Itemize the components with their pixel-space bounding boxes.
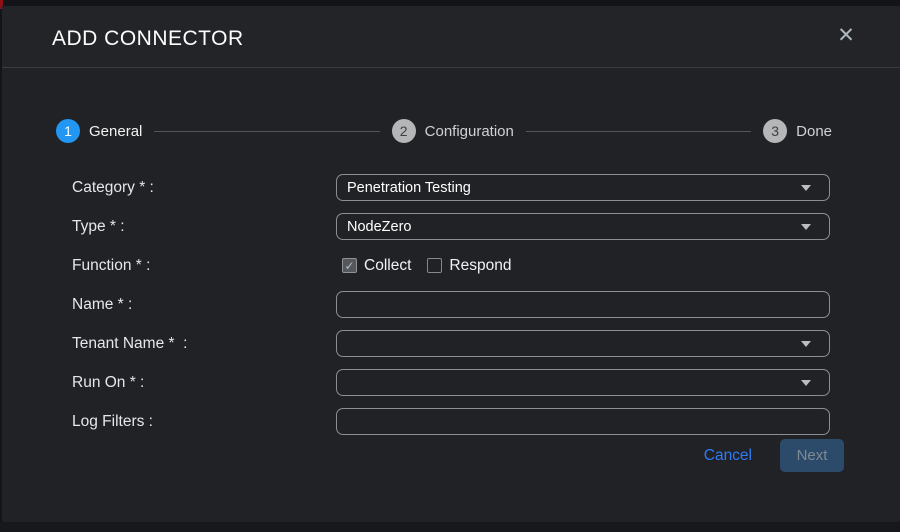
step-2-label: Configuration [425, 123, 514, 140]
chevron-down-icon [801, 341, 811, 347]
step-1-label: General [89, 123, 142, 140]
dialog-title: ADD CONNECTOR [52, 27, 244, 51]
collect-checkbox-label: Collect [364, 257, 411, 275]
name-row: Name * : [2, 285, 900, 324]
dialog-header: ADD CONNECTOR ✕ [2, 6, 900, 68]
function-label: Function * : [2, 257, 336, 275]
function-checkbox-group: ✓ Collect ✓ Respond [336, 257, 830, 275]
chevron-down-icon [801, 380, 811, 386]
respond-checkbox[interactable]: ✓ [427, 258, 442, 273]
respond-checkbox-item[interactable]: ✓ Respond [427, 257, 511, 275]
wizard-stepper: 1 General 2 Configuration 3 Done [56, 119, 832, 143]
step-3-label: Done [796, 123, 832, 140]
chevron-down-icon [801, 185, 811, 191]
category-selected-value: Penetration Testing [347, 180, 471, 196]
tenant-name-select[interactable] [336, 330, 830, 357]
next-button[interactable]: Next [780, 439, 844, 472]
collect-checkbox[interactable]: ✓ [342, 258, 357, 273]
connector-form: Category * : Penetration Testing Type * … [2, 168, 900, 441]
respond-checkbox-label: Respond [449, 257, 511, 275]
category-row: Category * : Penetration Testing [2, 168, 900, 207]
dialog-footer: Cancel Next [704, 439, 844, 472]
category-label: Category * : [2, 179, 336, 197]
log-filters-label: Log Filters : [2, 413, 336, 431]
step-2-circle: 2 [392, 119, 416, 143]
step-1-circle: 1 [56, 119, 80, 143]
step-3-circle: 3 [763, 119, 787, 143]
tenant-name-row: Tenant Name * : [2, 324, 900, 363]
type-selected-value: NodeZero [347, 219, 411, 235]
run-on-select[interactable] [336, 369, 830, 396]
run-on-row: Run On * : [2, 363, 900, 402]
cancel-button[interactable]: Cancel [704, 447, 752, 465]
collect-checkbox-item[interactable]: ✓ Collect [342, 257, 411, 275]
log-filters-row: Log Filters : [2, 402, 900, 441]
add-connector-dialog: ADD CONNECTOR ✕ 1 General 2 Configuratio… [2, 6, 900, 522]
category-select[interactable]: Penetration Testing [336, 174, 830, 201]
step-done: 3 Done [763, 119, 832, 143]
function-row: Function * : ✓ Collect ✓ Respond [2, 246, 900, 285]
name-input[interactable] [336, 291, 830, 318]
step-connector-line [154, 131, 379, 132]
log-filters-input[interactable] [336, 408, 830, 435]
background-page-strip [0, 522, 900, 532]
tenant-name-label: Tenant Name * : [2, 335, 336, 353]
step-general: 1 General [56, 119, 142, 143]
type-label: Type * : [2, 218, 336, 236]
run-on-label: Run On * : [2, 374, 336, 392]
type-select[interactable]: NodeZero [336, 213, 830, 240]
step-connector-line [526, 131, 751, 132]
step-configuration: 2 Configuration [392, 119, 514, 143]
chevron-down-icon [801, 224, 811, 230]
close-icon[interactable]: ✕ [832, 21, 860, 49]
type-row: Type * : NodeZero [2, 207, 900, 246]
name-label: Name * : [2, 296, 336, 314]
